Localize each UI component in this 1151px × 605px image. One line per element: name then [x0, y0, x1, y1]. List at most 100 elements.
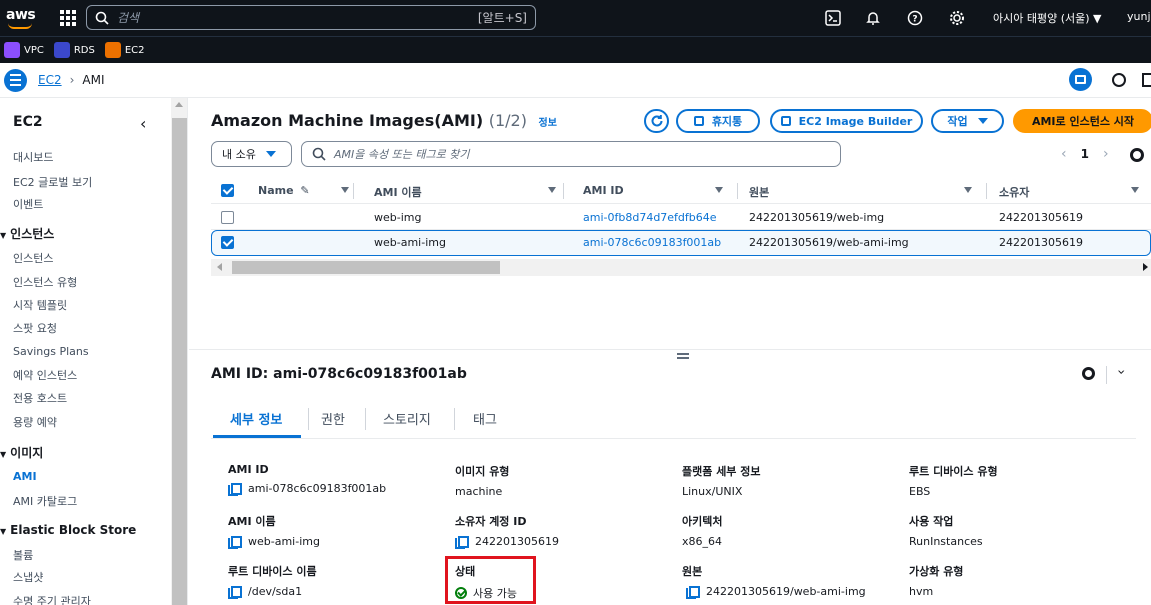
- sidebar-item-savings-plans[interactable]: Savings Plans: [13, 345, 89, 358]
- column-header-owner[interactable]: 소유자: [999, 184, 1139, 200]
- aws-logo[interactable]: aws: [4, 4, 38, 32]
- external-link-icon: [780, 116, 791, 126]
- copy-icon[interactable]: [455, 535, 469, 549]
- sidebar-item-instances[interactable]: 인스턴스: [13, 250, 53, 266]
- cell-source: 242201305619/web-ami-img: [749, 236, 909, 249]
- column-header-ami-name[interactable]: AMI 이름: [374, 184, 556, 200]
- launch-instance-from-ami-button[interactable]: AMI로 인스턴스 시작: [1013, 109, 1151, 133]
- sidebar-item-instance-types[interactable]: 인스턴스 유형: [13, 274, 77, 290]
- current-page[interactable]: 1: [1081, 147, 1089, 161]
- scroll-right-arrow-icon[interactable]: [1143, 263, 1148, 271]
- sidebar-item-launch-templates[interactable]: 시작 템플릿: [13, 297, 67, 313]
- sidebar-item-capacity-reservations[interactable]: 용량 예약: [13, 414, 57, 430]
- cloudshell-icon[interactable]: [824, 9, 842, 27]
- menu-hamburger-icon[interactable]: [4, 68, 27, 92]
- column-divider: [986, 183, 987, 199]
- sidebar-item-global-view[interactable]: EC2 글로벌 보기: [13, 174, 92, 190]
- column-label: 원본: [749, 186, 770, 199]
- sidebar-close-icon[interactable]: ‹: [140, 114, 146, 133]
- favorite-label: EC2: [124, 44, 145, 56]
- tab-divider: [454, 408, 455, 430]
- favorite-vpc[interactable]: VPC: [4, 42, 44, 58]
- owner-filter-value: 내 소유: [222, 148, 256, 161]
- table-preferences-gear-icon[interactable]: [1130, 148, 1144, 162]
- user-menu[interactable]: yunji: [1127, 10, 1151, 23]
- prev-page-button[interactable]: ‹: [1061, 146, 1067, 162]
- panel-toggle-icon[interactable]: [1142, 73, 1151, 87]
- recycle-bin-button[interactable]: 휴지통: [676, 109, 760, 133]
- sidebar-section-images[interactable]: ▼ 이미지: [0, 444, 43, 461]
- field-value: web-ami-img: [248, 535, 320, 548]
- detail-settings-gear-icon[interactable]: [1082, 367, 1095, 380]
- sidebar-item-dashboard[interactable]: 대시보드: [13, 149, 53, 165]
- resize-handle-icon[interactable]: [677, 353, 689, 359]
- next-page-button[interactable]: ›: [1103, 146, 1109, 162]
- column-header-ami-id[interactable]: AMI ID: [583, 184, 723, 197]
- search-placeholder: 검색: [117, 11, 140, 25]
- sidebar-item-spot-requests[interactable]: 스팟 요청: [13, 320, 57, 336]
- table-header: Name ✎ AMI 이름 AMI ID 원본 소유자: [211, 178, 1151, 204]
- copy-icon[interactable]: [228, 482, 242, 496]
- favorite-ec2[interactable]: EC2: [104, 42, 145, 58]
- table-row[interactable]: web-img ami-0fb8d74d7efdfb64e 2422013056…: [211, 205, 1151, 230]
- image-builder-button[interactable]: EC2 Image Builder: [770, 109, 923, 133]
- refresh-button[interactable]: [644, 109, 669, 133]
- svg-text:?: ?: [912, 15, 917, 25]
- cloudwatch-icon[interactable]: [1112, 73, 1126, 87]
- caret-down-icon: ▼: [0, 231, 7, 240]
- sidebar-item-reserved-instances[interactable]: 예약 인스턴스: [13, 367, 77, 383]
- field-label: 사용 작업: [909, 515, 954, 528]
- info-link[interactable]: 정보: [539, 118, 557, 129]
- sidebar-item-events[interactable]: 이벤트: [13, 196, 43, 212]
- copy-icon[interactable]: [228, 535, 242, 549]
- column-header-source[interactable]: 원본: [749, 184, 972, 200]
- sidebar-item-ami-catalog[interactable]: AMI 카탈로그: [13, 493, 77, 509]
- row-checkbox-checked[interactable]: [221, 236, 234, 249]
- sidebar-item-lifecycle-manager[interactable]: 수명 주기 관리자: [13, 593, 91, 605]
- copy-icon[interactable]: [228, 585, 242, 599]
- services-grid-icon[interactable]: [60, 10, 76, 26]
- tab-permissions[interactable]: 권한: [321, 409, 345, 428]
- scrollbar-thumb[interactable]: [232, 261, 500, 274]
- global-search-input[interactable]: 검색 [알트+S]: [86, 5, 536, 30]
- scroll-up-arrow-icon[interactable]: [175, 102, 183, 107]
- sort-caret-icon: [1131, 187, 1139, 193]
- row-checkbox[interactable]: [221, 211, 234, 224]
- breadcrumb-current: AMI: [82, 73, 105, 87]
- bell-icon[interactable]: [864, 9, 882, 27]
- tab-tags[interactable]: 태그: [473, 409, 497, 428]
- region-selector[interactable]: 아시아 태평양 (서울) ▼: [993, 10, 1102, 26]
- help-icon[interactable]: ?: [906, 9, 924, 27]
- detail-tabs: 세부 정보 권한 스토리지 태그: [211, 398, 1136, 439]
- owner-filter-select[interactable]: 내 소유: [211, 141, 292, 167]
- sidebar-item-ami[interactable]: AMI: [13, 470, 37, 483]
- select-all-checkbox[interactable]: [221, 184, 234, 197]
- settings-gear-icon[interactable]: [948, 9, 966, 27]
- main-content: Amazon Machine Images(AMI) (1/2) 정보 휴지통 …: [189, 98, 1151, 605]
- table-row-selected[interactable]: web-ami-img ami-078c6c09183f001ab 242201…: [211, 230, 1151, 256]
- actions-dropdown-button[interactable]: 작업: [931, 109, 1004, 133]
- column-header-name[interactable]: Name ✎: [258, 184, 349, 197]
- scrollbar-thumb[interactable]: [172, 118, 187, 605]
- info-panel-icon[interactable]: [1069, 68, 1092, 91]
- sidebar-section-instances[interactable]: ▼ 인스턴스: [0, 225, 54, 242]
- cell-ami-id-link[interactable]: ami-0fb8d74d7efdfb64e: [583, 211, 717, 224]
- chevron-down-icon[interactable]: ›: [1113, 369, 1129, 375]
- cell-ami-id-link[interactable]: ami-078c6c09183f001ab: [583, 236, 721, 249]
- breadcrumb-ec2-link[interactable]: EC2: [38, 73, 62, 87]
- sidebar-item-volumes[interactable]: 볼륨: [13, 547, 33, 563]
- caret-down-icon: [265, 151, 276, 157]
- scroll-left-arrow-icon[interactable]: [217, 263, 222, 271]
- sidebar-section-ebs[interactable]: ▼ Elastic Block Store: [0, 523, 136, 537]
- sidebar-scrollbar[interactable]: [171, 98, 187, 605]
- property-filter-input[interactable]: AMI을 속성 또는 태그로 찾기: [301, 141, 841, 167]
- copy-icon[interactable]: [686, 585, 700, 599]
- sidebar-item-snapshots[interactable]: 스냅샷: [13, 569, 43, 585]
- table-horizontal-scrollbar[interactable]: [211, 259, 1151, 276]
- field-label: AMI ID: [228, 463, 269, 476]
- tab-storage[interactable]: 스토리지: [383, 409, 431, 428]
- caret-down-icon: ▼: [0, 450, 7, 459]
- sidebar-item-dedicated-hosts[interactable]: 전용 호스트: [13, 390, 67, 406]
- tab-details[interactable]: 세부 정보: [230, 409, 282, 428]
- favorite-rds[interactable]: RDS: [53, 42, 95, 58]
